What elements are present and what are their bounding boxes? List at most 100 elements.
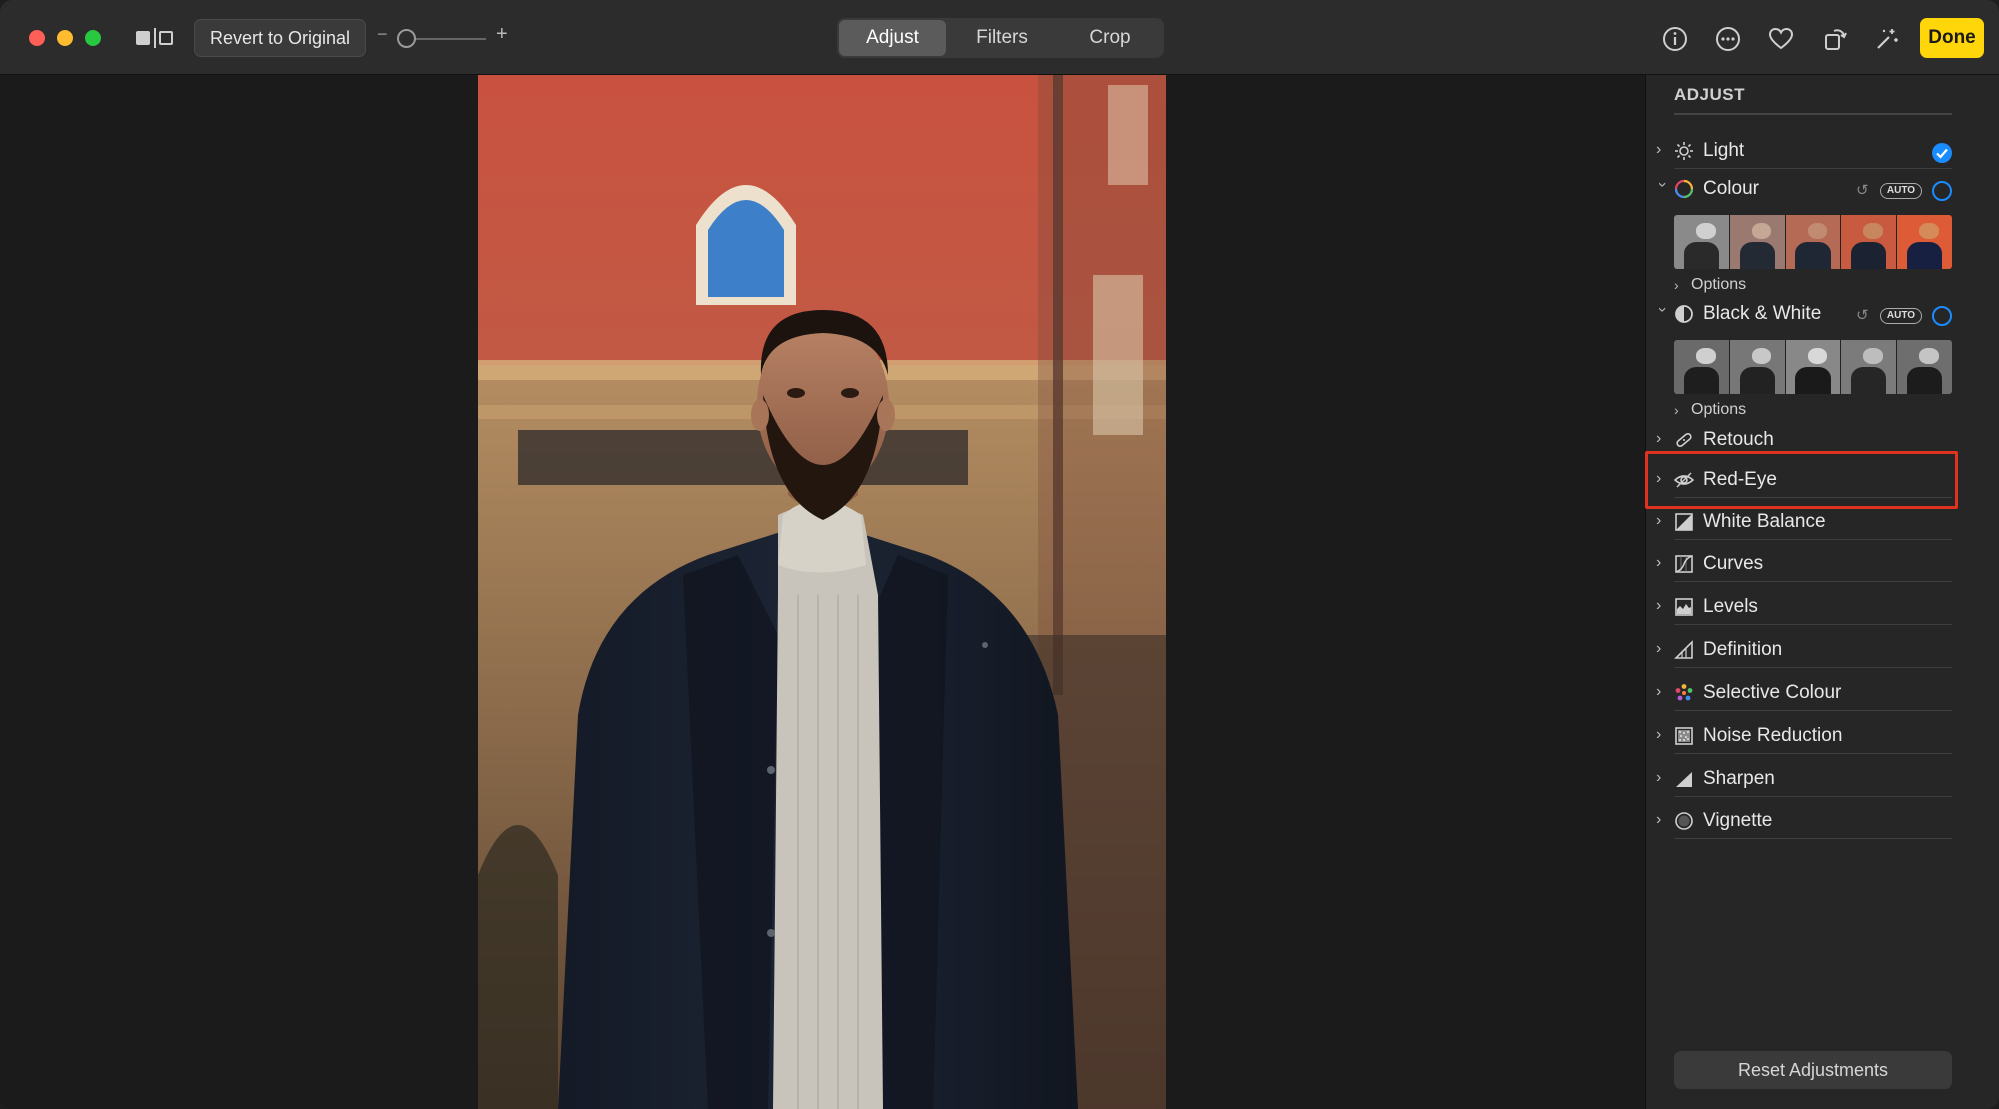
colour-thumbnail[interactable]	[1785, 215, 1842, 269]
sidebar-item-black-white[interactable]: › Black & White ↺ AUTO	[1646, 298, 1999, 332]
sidebar-item-label: Definition	[1703, 639, 1783, 660]
undo-icon[interactable]: ↺	[1856, 181, 1872, 199]
edit-mode-tabs: Adjust Filters Crop	[837, 18, 1164, 58]
magic-wand-icon[interactable]	[1874, 26, 1900, 52]
colour-thumbnail[interactable]	[1841, 215, 1898, 269]
sidebar-item-red-eye[interactable]: › Red-Eye	[1646, 464, 1999, 498]
reset-adjustments-button[interactable]: Reset Adjustments	[1674, 1051, 1952, 1089]
info-icon[interactable]	[1662, 26, 1688, 52]
sidebar-item-selective-colour[interactable]: › Selective Colour	[1646, 677, 1999, 711]
bw-thumbnail[interactable]	[1841, 340, 1898, 394]
divider	[1674, 168, 1952, 169]
undo-icon[interactable]: ↺	[1856, 306, 1872, 324]
chevron-down-icon[interactable]: ›	[1654, 182, 1671, 194]
sidebar-item-label: Vignette	[1703, 810, 1773, 831]
zoom-in-icon[interactable]: +	[496, 23, 508, 46]
rotate-icon[interactable]	[1822, 26, 1848, 52]
sidebar-item-label: Black & White	[1703, 303, 1822, 324]
colour-thumbnail[interactable]	[1674, 215, 1730, 269]
chevron-right-icon[interactable]: ›	[1656, 555, 1668, 571]
sidebar-item-light[interactable]: › Light	[1646, 135, 1999, 169]
levels-icon	[1675, 598, 1693, 616]
close-window-button[interactable]	[29, 30, 45, 46]
divider	[1674, 581, 1952, 582]
toggle-circle[interactable]	[1932, 181, 1952, 201]
chevron-right-icon[interactable]: ›	[1656, 513, 1668, 529]
sidebar-item-levels[interactable]: › Levels	[1646, 591, 1999, 625]
divider	[1674, 753, 1952, 754]
sidebar-item-label: White Balance	[1703, 511, 1826, 532]
checkmark-icon[interactable]	[1932, 143, 1952, 163]
bw-thumbnail[interactable]	[1897, 340, 1952, 394]
divider	[1674, 667, 1952, 668]
tab-filters[interactable]: Filters	[950, 20, 1054, 56]
sidebar-title: ADJUST	[1674, 85, 1746, 104]
photos-edit-window: Revert to Original − + Adjust Filters Cr…	[0, 0, 1999, 1109]
colour-thumbnail[interactable]	[1897, 215, 1952, 269]
chevron-down-icon[interactable]: ›	[1654, 307, 1671, 319]
bw-thumbnail-strip[interactable]	[1674, 340, 1952, 394]
sidebar-item-colour[interactable]: › Colour ↺ AUTO	[1646, 173, 1999, 207]
colour-thumbnail[interactable]	[1729, 215, 1786, 269]
sidebar-item-label: Red-Eye	[1703, 469, 1777, 490]
done-button[interactable]: Done	[1920, 18, 1984, 58]
sidebar-item-label: Colour	[1703, 178, 1759, 199]
sidebar-item-curves[interactable]: › Curves	[1646, 548, 1999, 582]
bw-thumbnail[interactable]	[1785, 340, 1842, 394]
divider	[1674, 113, 1952, 115]
auto-button[interactable]: AUTO	[1880, 183, 1922, 199]
sidebar-item-definition[interactable]: › Definition	[1646, 634, 1999, 668]
sidebar-item-label: Levels	[1703, 596, 1758, 617]
chevron-right-icon[interactable]: ›	[1656, 727, 1668, 743]
divider	[1674, 838, 1952, 839]
sidebar-item-retouch[interactable]: › Retouch	[1646, 424, 1999, 458]
zoom-window-button[interactable]	[85, 30, 101, 46]
sidebar-item-label: Selective Colour	[1703, 682, 1842, 703]
tab-crop[interactable]: Crop	[1058, 20, 1162, 56]
bw-thumbnail[interactable]	[1729, 340, 1786, 394]
chevron-right-icon[interactable]: ›	[1656, 812, 1668, 828]
bw-thumbnail[interactable]	[1674, 340, 1730, 394]
sidebar-item-label: Curves	[1703, 553, 1764, 574]
chevron-right-icon[interactable]: ›	[1656, 684, 1668, 700]
toggle-circle[interactable]	[1932, 306, 1952, 326]
divider	[1674, 539, 1952, 540]
zoom-out-icon[interactable]: −	[377, 24, 388, 45]
definition-icon	[1674, 640, 1693, 659]
sun-icon	[1675, 142, 1693, 160]
edited-photo[interactable]	[478, 75, 1166, 1109]
noise-reduction-icon	[1675, 727, 1693, 745]
chevron-right-icon[interactable]: ›	[1674, 402, 1679, 418]
toolbar: Revert to Original − + Adjust Filters Cr…	[0, 0, 1999, 75]
colour-thumbnail-strip[interactable]	[1674, 215, 1952, 269]
chevron-right-icon[interactable]: ›	[1656, 598, 1668, 614]
heart-icon[interactable]	[1768, 26, 1794, 52]
auto-button[interactable]: AUTO	[1880, 308, 1922, 324]
sidebar-item-white-balance[interactable]: › White Balance	[1646, 506, 1999, 540]
revert-to-original-button[interactable]: Revert to Original	[194, 19, 366, 57]
colour-ring-icon	[1674, 179, 1694, 199]
minimize-window-button[interactable]	[57, 30, 73, 46]
zoom-slider-knob[interactable]	[397, 29, 416, 48]
sidebar-item-noise-reduction[interactable]: › Noise Reduction	[1646, 720, 1999, 754]
chevron-right-icon[interactable]: ›	[1656, 142, 1668, 158]
chevron-right-icon[interactable]: ›	[1656, 641, 1668, 657]
sharpen-icon	[1676, 772, 1692, 787]
divider	[1674, 497, 1952, 498]
sidebar-item-label: Light	[1703, 140, 1745, 161]
sidebar-item-sharpen[interactable]: › Sharpen	[1646, 763, 1999, 797]
compare-split-icon[interactable]	[136, 28, 174, 48]
more-icon[interactable]	[1715, 26, 1741, 52]
tab-adjust[interactable]: Adjust	[839, 20, 946, 56]
sidebar-item-vignette[interactable]: › Vignette	[1646, 805, 1999, 839]
half-circle-icon	[1675, 305, 1693, 323]
chevron-right-icon[interactable]: ›	[1656, 431, 1668, 447]
chevron-right-icon[interactable]: ›	[1656, 471, 1668, 487]
divider	[1674, 796, 1952, 797]
chevron-right-icon[interactable]: ›	[1656, 770, 1668, 786]
selective-colour-icon	[1675, 684, 1693, 701]
chevron-right-icon[interactable]: ›	[1674, 277, 1679, 293]
adjust-sidebar: ADJUST › Light › Colour ↺ AUTO › Options…	[1645, 75, 1999, 1109]
bandage-icon	[1676, 432, 1692, 448]
curves-icon	[1675, 555, 1693, 573]
